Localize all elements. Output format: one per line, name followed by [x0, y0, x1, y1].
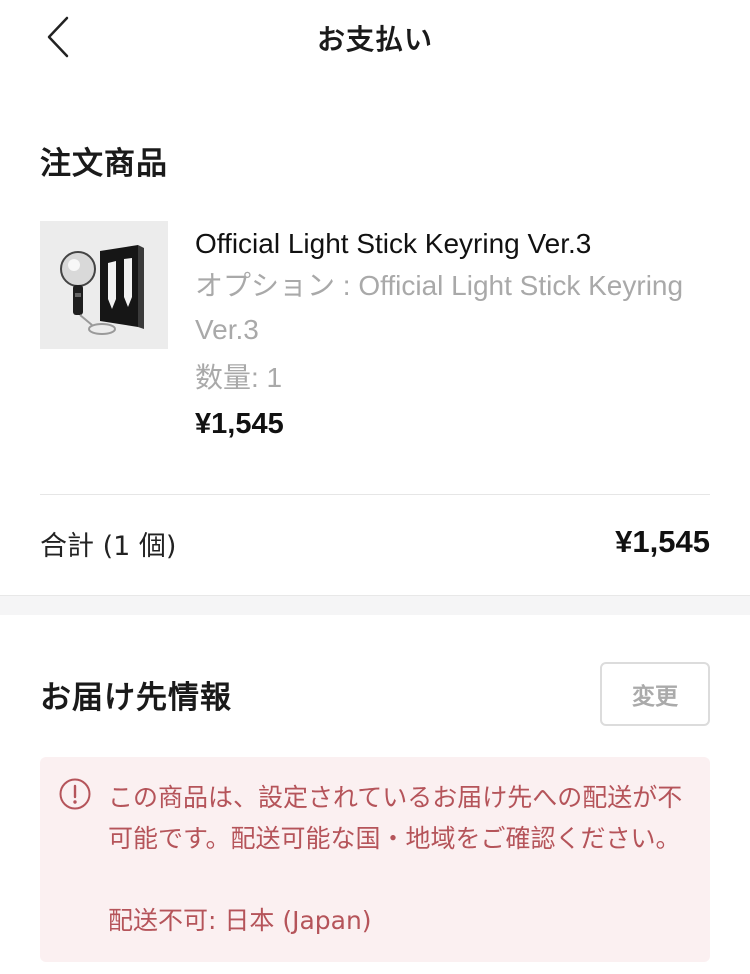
product-info: Official Light Stick Keyring Ver.3 オプション…: [195, 224, 715, 441]
address-section-title: お届け先情報: [40, 680, 232, 716]
product-price: ¥1,545: [195, 408, 284, 440]
section-separator: [0, 595, 750, 615]
total-value: ¥1,545: [615, 524, 710, 559]
order-section-title: 注文商品: [40, 146, 168, 182]
product-option: オプション : Official Light Stick Keyring Ver…: [195, 270, 684, 345]
product-quantity: 数量: 1: [195, 362, 283, 393]
exclamation-circle-icon: [59, 778, 91, 810]
product-name[interactable]: Official Light Stick Keyring Ver.3: [195, 224, 715, 264]
top-nav-bar: お支払い: [0, 0, 750, 80]
delivery-warning-alert: この商品は、設定されているお届け先への配送が不可能です。配送可能な国・地域をご確…: [40, 757, 710, 962]
delivery-warning-message: この商品は、設定されているお届け先への配送が不可能です。配送可能な国・地域をご確…: [108, 783, 683, 853]
divider: [40, 494, 710, 495]
change-address-button[interactable]: 変更: [600, 662, 710, 726]
delivery-unavailable-detail: 配送不可: 日本 (Japan): [108, 906, 372, 935]
product-image[interactable]: [40, 221, 168, 349]
total-label: 合計 (1 個): [40, 531, 177, 562]
page-title: お支払い: [316, 23, 433, 56]
light-stick-keyring-image: [40, 221, 168, 349]
